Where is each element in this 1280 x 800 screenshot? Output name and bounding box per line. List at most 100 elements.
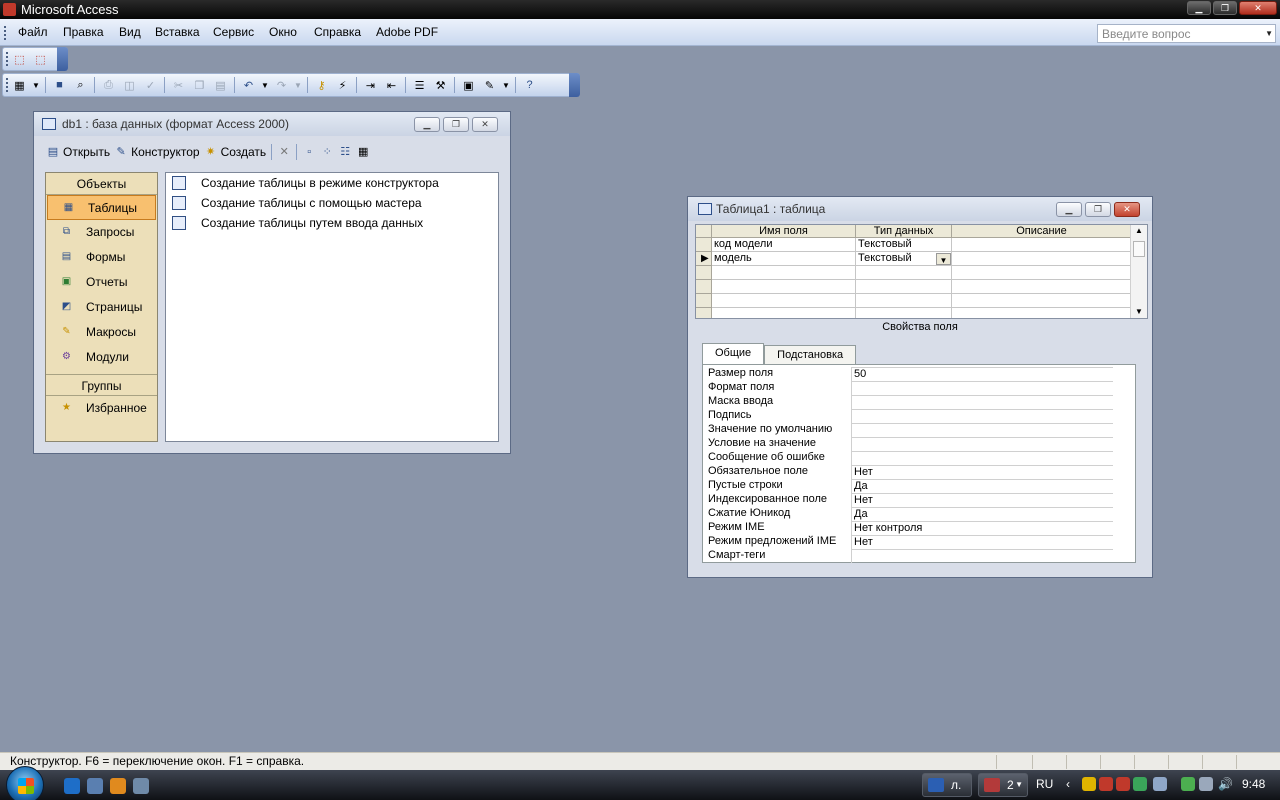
empty-cell[interactable] — [952, 294, 1132, 308]
description-cell[interactable] — [952, 252, 1132, 266]
property-value[interactable] — [851, 381, 1113, 395]
restore-button[interactable]: ❐ — [443, 117, 469, 132]
menu-file[interactable]: Файл — [18, 25, 48, 39]
warning-tray-icon[interactable] — [1082, 777, 1096, 791]
tab-general[interactable]: Общие — [702, 343, 765, 365]
update-tray-icon[interactable] — [1133, 777, 1147, 791]
scroll-down-icon[interactable]: ▼ — [1135, 307, 1143, 316]
menu-view[interactable]: Вид — [119, 25, 141, 39]
close-button[interactable]: ✕ — [1114, 202, 1140, 217]
chevron-down-icon[interactable]: ▼ — [1265, 29, 1273, 38]
description-cell[interactable] — [952, 238, 1132, 252]
paste-icon[interactable]: ▤ — [212, 77, 229, 93]
row-selector[interactable] — [696, 294, 712, 308]
view-icon[interactable]: ▦ — [11, 77, 28, 93]
chevron-down-icon[interactable]: ▼ — [261, 77, 269, 93]
property-value[interactable]: Нет — [851, 493, 1113, 507]
convert-to-pdf-icon[interactable]: ⬚ — [11, 51, 28, 67]
menu-insert[interactable]: Вставка — [155, 25, 200, 39]
save-icon[interactable]: ■ — [51, 77, 68, 93]
cut-icon[interactable]: ✂ — [170, 77, 187, 93]
tab-lookup[interactable]: Подстановка — [764, 345, 857, 365]
list-item[interactable]: Создание таблицы с помощью мастера — [166, 193, 498, 213]
scroll-thumb[interactable] — [1133, 241, 1145, 257]
open-button[interactable]: ▤ Открыть — [46, 145, 110, 159]
object-modules[interactable]: ⚙ Модули — [46, 345, 157, 370]
minimize-button[interactable]: ▁ — [1056, 202, 1082, 217]
start-button[interactable] — [6, 766, 44, 800]
print-preview-icon[interactable]: ◫ — [121, 77, 138, 93]
empty-cell[interactable] — [712, 266, 856, 280]
object-forms[interactable]: ▤ Формы — [46, 245, 157, 270]
property-value[interactable] — [851, 451, 1113, 465]
copy-icon[interactable]: ❐ — [191, 77, 208, 93]
property-value[interactable]: Да — [851, 507, 1113, 521]
show-desktop-icon[interactable] — [87, 778, 103, 794]
details-view-icon[interactable]: ▦ — [356, 145, 370, 159]
row-selector[interactable] — [696, 238, 712, 252]
minimize-button[interactable]: ▁ — [414, 117, 440, 132]
object-pages[interactable]: ◩ Страницы — [46, 295, 157, 320]
row-selector[interactable] — [696, 266, 712, 280]
database-window-icon[interactable]: ▣ — [460, 77, 477, 93]
empty-cell[interactable] — [856, 308, 952, 318]
group-favorites[interactable]: ★ Избранное — [46, 396, 157, 421]
property-value[interactable] — [851, 423, 1113, 437]
clock[interactable]: 9:48 — [1242, 777, 1265, 791]
primary-key-icon[interactable]: ⚷ — [313, 77, 330, 93]
menubar-grip[interactable] — [4, 26, 6, 40]
property-value[interactable]: Нет — [851, 535, 1113, 549]
menu-edit[interactable]: Правка — [63, 25, 104, 39]
small-icons-icon[interactable]: ⁘ — [320, 145, 334, 159]
internet-explorer-icon[interactable] — [64, 778, 80, 794]
create-button[interactable]: ✷ Создать — [204, 145, 266, 159]
data-type-dropdown-icon[interactable]: ▼ — [936, 253, 951, 265]
column-header-data-type[interactable]: Тип данных — [856, 225, 952, 238]
undo-icon[interactable]: ↶ — [240, 77, 257, 93]
grid-vertical-scrollbar[interactable]: ▲ ▼ — [1130, 225, 1147, 318]
taskbar-button-access[interactable]: 2 ▼ — [978, 773, 1028, 797]
safely-remove-tray-icon[interactable] — [1199, 777, 1213, 791]
indexes-icon[interactable]: ⚡ — [334, 77, 351, 93]
properties-icon[interactable]: ☰ — [411, 77, 428, 93]
list-item[interactable]: Создание таблицы путем ввода данных — [166, 213, 498, 233]
property-value[interactable] — [851, 409, 1113, 423]
chevron-down-icon[interactable]: ▼ — [294, 77, 302, 93]
chevron-down-icon[interactable]: ▼ — [32, 77, 40, 93]
empty-cell[interactable] — [952, 280, 1132, 294]
volume-icon[interactable]: 🔊 — [1218, 777, 1233, 791]
antivirus-tray-icon[interactable] — [1099, 777, 1113, 791]
column-header-field-name[interactable]: Имя поля — [712, 225, 856, 238]
app-close-button[interactable]: ✕ — [1239, 1, 1277, 15]
row-selector[interactable] — [696, 308, 712, 318]
row-selector[interactable] — [696, 280, 712, 294]
new-object-icon[interactable]: ✎ — [481, 77, 498, 93]
property-value[interactable] — [851, 437, 1113, 451]
object-reports[interactable]: ▣ Отчеты — [46, 270, 157, 295]
field-name-cell[interactable]: модель — [712, 252, 856, 266]
language-indicator[interactable]: RU — [1036, 777, 1053, 791]
empty-cell[interactable] — [712, 294, 856, 308]
insert-rows-icon[interactable]: ⇥ — [362, 77, 379, 93]
empty-cell[interactable] — [952, 308, 1132, 318]
database-window-titlebar[interactable]: db1 : база данных (формат Access 2000) ▁… — [34, 112, 510, 136]
access-app-icon[interactable] — [3, 3, 16, 16]
menu-window[interactable]: Окно — [269, 25, 297, 39]
file-search-icon[interactable]: ⌕ — [72, 77, 89, 93]
row-selector[interactable]: ▶ — [696, 252, 712, 266]
column-header-description[interactable]: Описание — [952, 225, 1132, 238]
scroll-up-icon[interactable]: ▲ — [1135, 226, 1143, 235]
mail-tray-icon[interactable] — [1116, 777, 1130, 791]
switch-windows-icon[interactable] — [133, 778, 149, 794]
objects-header[interactable]: Объекты — [46, 173, 157, 195]
chevron-down-icon[interactable]: ▼ — [502, 77, 510, 93]
data-type-cell[interactable]: Текстовый — [856, 238, 952, 252]
pdf-email-icon[interactable]: ⬚ — [32, 51, 49, 67]
menu-adobe-pdf[interactable]: Adobe PDF — [376, 25, 438, 39]
field-name-cell[interactable]: код модели — [712, 238, 856, 252]
groups-header[interactable]: Группы — [46, 374, 157, 396]
large-icons-icon[interactable]: ▫ — [302, 145, 316, 159]
empty-cell[interactable] — [856, 266, 952, 280]
delete-rows-icon[interactable]: ⇤ — [383, 77, 400, 93]
object-macros[interactable]: ✎ Макросы — [46, 320, 157, 345]
